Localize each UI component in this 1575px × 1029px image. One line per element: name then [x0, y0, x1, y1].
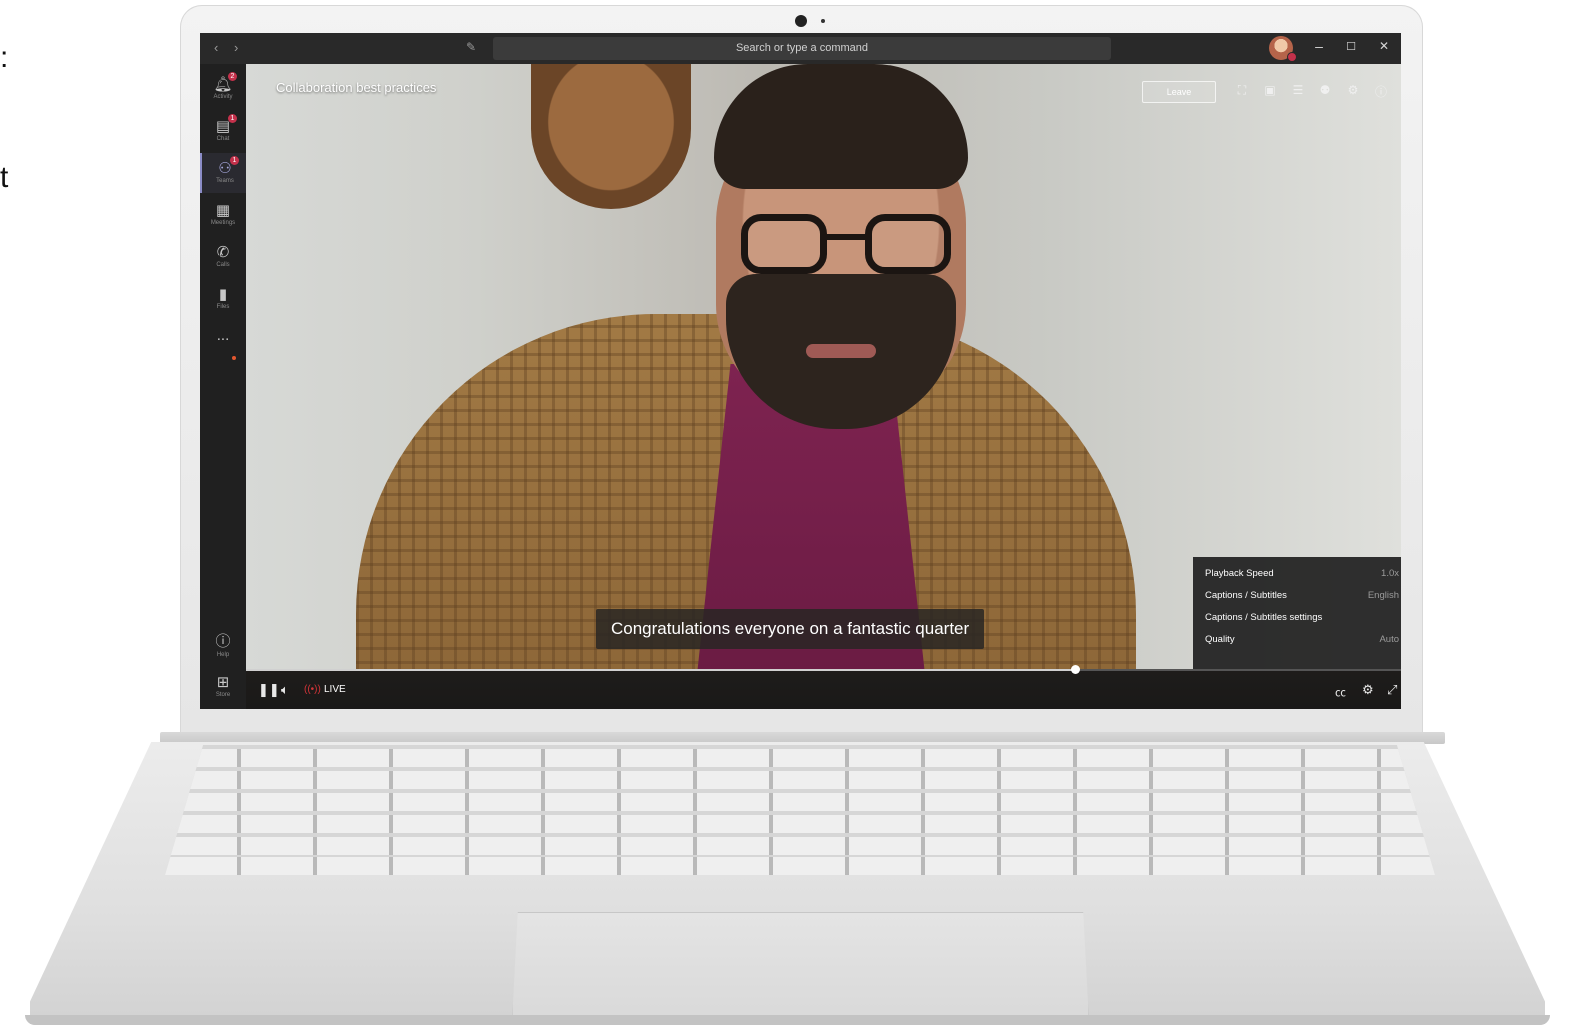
rail-item-store[interactable]: ⊞ Store	[200, 667, 246, 707]
fullscreen-icon[interactable]: ⤢	[1387, 682, 1397, 698]
leave-button[interactable]: Leave	[1142, 81, 1216, 103]
more-notification-dot	[232, 356, 236, 360]
edge-char: :	[0, 41, 9, 74]
settings-row-quality[interactable]: Quality Auto	[1205, 629, 1399, 651]
player-controls: ❚❚ 🔈︎ ((•)) LIVE ㏄ ⚙ ⤢	[246, 665, 1401, 709]
qa-icon[interactable]: ▣	[1262, 83, 1278, 97]
rail-item-label: Calls	[216, 262, 230, 268]
settings-row-label: Playback Speed	[1205, 568, 1274, 579]
video-stage[interactable]: Collaboration best practices Leave ⛶ ▣ ☰…	[246, 64, 1401, 669]
settings-row-label: Captions / Subtitles settings	[1205, 612, 1323, 623]
presence-status-icon	[1287, 52, 1297, 62]
chat-icon: ▤	[215, 118, 231, 135]
laptop-screen: ‹ › ✎ Search or type a command – ☐ ✕ 🔔︎ …	[200, 33, 1401, 709]
volume-icon[interactable]: 🔈︎	[281, 682, 289, 698]
rail-item-label: Chat	[216, 136, 230, 142]
cropped-edge-text: : t	[0, 38, 10, 228]
compose-icon[interactable]: ✎	[466, 40, 476, 54]
webcam-indicator	[821, 19, 825, 23]
progress-fill	[246, 669, 1076, 671]
edge-char: t	[0, 161, 9, 194]
key-row	[165, 793, 1435, 811]
live-label: LIVE	[324, 684, 346, 695]
closed-captions-icon[interactable]: ㏄	[1335, 684, 1346, 700]
rail-item-teams[interactable]: ⚇ Teams 1	[200, 153, 248, 193]
rail-item-calls[interactable]: ✆ Calls	[200, 237, 246, 277]
progress-handle[interactable]	[1071, 665, 1081, 674]
search-input[interactable]: Search or type a command	[493, 37, 1111, 60]
key-row	[165, 857, 1435, 875]
settings-icon[interactable]: ⚙	[1362, 682, 1374, 698]
info-icon[interactable]: ⓘ	[1373, 83, 1389, 100]
settings-row-captions-settings[interactable]: Captions / Subtitles settings	[1205, 607, 1399, 629]
help-icon: ⓘ	[215, 633, 231, 650]
file-icon: ▮	[218, 286, 228, 303]
background-wall-plaque	[531, 64, 691, 209]
phone-icon: ✆	[216, 244, 230, 261]
settings-icon[interactable]: ⚙	[1345, 83, 1361, 97]
teams-icon: ⚇	[218, 160, 232, 177]
rail-item-label: Teams	[216, 178, 234, 184]
rail-item-label: Help	[216, 652, 230, 658]
webcam	[795, 15, 807, 27]
maximize-button[interactable]: ☐	[1341, 40, 1361, 53]
title-bar: ‹ › ✎ Search or type a command – ☐ ✕	[200, 33, 1401, 64]
settings-row-captions[interactable]: Captions / Subtitles English	[1205, 585, 1399, 607]
close-button[interactable]: ✕	[1374, 39, 1394, 53]
meeting-title: Collaboration best practices	[276, 80, 437, 95]
store-icon: ⊞	[216, 674, 230, 691]
rail-item-files[interactable]: ▮ Files	[200, 279, 246, 319]
calendar-icon: ▦	[215, 202, 231, 219]
rail-item-label: Store	[215, 692, 231, 698]
playback-settings-menu: Playback Speed 1.0x Captions / Subtitles…	[1193, 557, 1401, 669]
trackpad	[512, 912, 1089, 1022]
notes-icon[interactable]: ☰	[1290, 83, 1306, 97]
bell-icon: 🔔︎	[213, 76, 233, 93]
rail-item-label: Meetings	[210, 220, 236, 226]
rail-item-meetings[interactable]: ▦ Meetings	[200, 195, 246, 235]
settings-row-value: Auto	[1379, 634, 1399, 645]
notification-badge: 2	[228, 72, 237, 81]
settings-row-label: Quality	[1205, 634, 1235, 645]
participants-icon[interactable]: ⚉	[1317, 83, 1333, 97]
app-bar: 🔔︎ Activity 2 ▤ Chat 1 ⚇ Teams 1 ▦ Meeti…	[200, 64, 248, 709]
rail-item-activity[interactable]: 🔔︎ Activity 2	[200, 69, 246, 109]
minimize-button[interactable]: –	[1309, 38, 1329, 54]
keyboard	[165, 745, 1435, 875]
key-row	[165, 771, 1435, 789]
settings-row-playback-speed[interactable]: Playback Speed 1.0x	[1205, 563, 1399, 585]
presenter-hair	[714, 64, 968, 189]
more-icon: ...	[216, 327, 230, 344]
rail-item-label: Files	[216, 304, 230, 310]
rail-item-label: Activity	[213, 94, 233, 100]
settings-row-value: English	[1367, 590, 1399, 601]
live-caption: Congratulations everyone on a fantastic …	[596, 609, 985, 649]
chevron-right-icon[interactable]: ›	[234, 40, 238, 55]
rail-item-more[interactable]: ...	[200, 321, 246, 361]
settings-row-value: 1.0x	[1381, 568, 1399, 579]
progress-bar[interactable]	[246, 665, 1401, 674]
laptop-base-edge	[25, 1015, 1550, 1025]
pause-icon[interactable]: ❚❚	[258, 682, 280, 698]
key-row	[165, 837, 1435, 855]
rail-item-help[interactable]: ⓘ Help	[200, 624, 246, 664]
notification-badge: 1	[230, 156, 239, 165]
fullscreen-frame-icon[interactable]: ⛶	[1234, 83, 1250, 98]
presenter-mouth	[806, 344, 876, 358]
live-broadcast-icon: ((•))	[304, 684, 321, 695]
settings-row-label: Captions / Subtitles	[1205, 590, 1287, 601]
key-row	[165, 815, 1435, 833]
notification-badge: 1	[228, 114, 237, 123]
chevron-left-icon[interactable]: ‹	[214, 40, 218, 55]
rail-item-chat[interactable]: ▤ Chat 1	[200, 111, 246, 151]
presenter-glasses	[741, 214, 951, 279]
key-row	[165, 749, 1435, 767]
